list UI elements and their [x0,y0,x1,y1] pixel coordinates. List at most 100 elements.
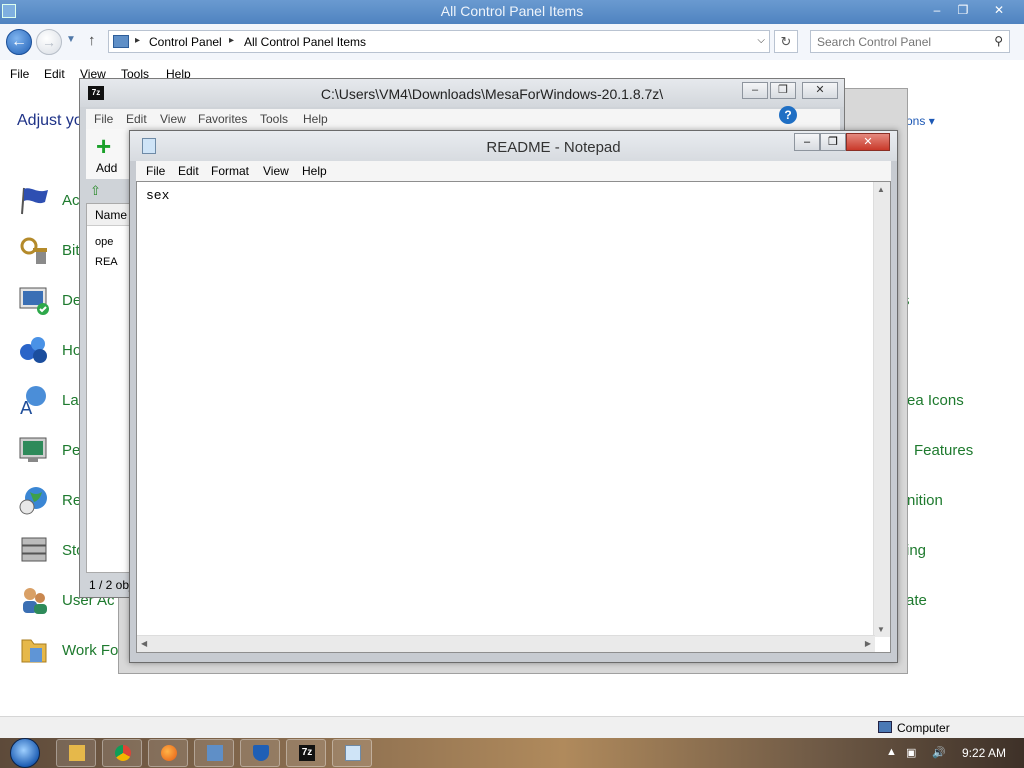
minimize-button[interactable]: – [924,1,950,19]
taskbar-file-explorer[interactable] [56,739,96,767]
menu-edit[interactable]: Edit [44,67,65,81]
notepad-menubar: File Edit Format View Help [136,161,891,181]
7zip-menu-help[interactable]: Help [303,112,328,126]
breadcrumb-separator[interactable]: ▸ [229,35,234,46]
view-by-dropdown[interactable]: ons ▾ [906,114,935,128]
notepad-window[interactable]: README - Notepad – ❐ ✕ File Edit Format … [129,130,898,663]
user-accounts-icon [23,588,47,614]
address-dropdown-icon[interactable]: ⌵ [757,35,765,46]
search-input[interactable] [817,32,987,52]
notepad-menu-file[interactable]: File [146,164,165,178]
clock[interactable]: 9:22 AM [962,746,1006,760]
7zip-menu-tools[interactable]: Tools [260,112,288,126]
folder-up-icon[interactable]: ⇧ [90,183,108,199]
7zip-minimize-button[interactable]: – [742,82,768,99]
defender-shield-icon [253,745,269,761]
vertical-scrollbar[interactable]: ▲ ▼ [873,182,890,637]
7zip-menu-view[interactable]: View [160,112,186,126]
notepad-menu-format[interactable]: Format [211,164,249,178]
control-panel-titlebar: All Control Panel Items – ❐ ✕ [0,0,1024,24]
menu-file[interactable]: File [10,67,29,81]
7zip-maximize-button[interactable]: ❐ [770,82,796,99]
chrome-icon [115,745,131,761]
maximize-button[interactable]: ❐ [950,1,976,19]
personalization-icon [19,437,47,462]
computer-icon [878,721,892,733]
notepad-content[interactable]: sex [146,188,169,203]
breadcrumb-separator[interactable]: ▸ [135,35,140,46]
volume-icon[interactable]: 🔊 [932,746,946,759]
svg-text:A: A [20,398,33,416]
address-bar-row: ← → ▼ ↑ ▸ Control Panel ▸ All Control Pa… [0,24,1024,60]
breadcrumb-control-panel[interactable]: Control Panel [149,35,222,49]
taskbar: 7z ▲ ▣ 🔊 9:22 AM [0,738,1024,768]
cp-item-label[interactable]: La [62,392,79,409]
cp-item-right-partial[interactable]: ing [906,542,926,559]
column-header-name[interactable]: Name [87,204,135,226]
taskbar-defender[interactable] [240,739,280,767]
notepad-titlebar[interactable]: README - Notepad – ❐ ✕ [130,131,897,161]
taskbar-firefox[interactable] [148,739,188,767]
cp-item-label[interactable]: Work Fo [62,642,118,659]
7zip-menu-favorites[interactable]: Favorites [198,112,247,126]
firefox-icon [161,745,177,761]
scroll-down-icon[interactable]: ▼ [877,625,885,634]
cp-item-label[interactable]: Pe [62,442,80,459]
7zip-app-icon: 7z [88,86,104,100]
help-icon[interactable]: ? [779,106,797,124]
forward-button[interactable]: → [36,29,62,55]
taskbar-7zip[interactable]: 7z [286,739,326,767]
region-globe-icon [19,487,47,515]
homegroup-icon [20,337,47,363]
search-box[interactable]: ⚲ [810,30,1010,53]
close-button[interactable]: ✕ [986,1,1012,19]
notepad-menu-help[interactable]: Help [302,164,327,178]
breadcrumb-all-items[interactable]: All Control Panel Items [244,35,366,49]
recent-pages-dropdown-icon[interactable]: ▼ [66,34,76,45]
cp-item-right-partial[interactable]: rea Icons [902,392,964,409]
show-hidden-icons-icon[interactable]: ▲ [886,746,897,758]
list-item[interactable]: REA [95,256,118,268]
add-plus-icon[interactable]: + [96,133,111,159]
notepad-maximize-button[interactable]: ❐ [820,133,846,151]
storage-spaces-icon [21,537,47,562]
language-icon: A [20,386,46,416]
refresh-button[interactable]: ↻ [774,30,798,53]
notepad-minimize-button[interactable]: – [794,133,820,151]
start-button[interactable] [8,738,46,768]
action-center-flag-icon [21,187,48,215]
horizontal-scrollbar[interactable]: ◀ ▶ [137,635,875,652]
address-box[interactable]: ▸ Control Panel ▸ All Control Panel Item… [108,30,770,53]
list-item[interactable]: ope [95,236,113,248]
notepad-menu-view[interactable]: View [263,164,289,178]
scroll-right-icon[interactable]: ▶ [865,639,871,648]
7zip-window-title: C:\Users\VM4\Downloads\MesaForWindows-20… [320,86,664,102]
view-by-label[interactable]: ons [906,114,925,128]
cp-item-label[interactable]: Bit [62,242,80,259]
notepad-text-area[interactable]: sex ▲ ▼ ◀ ▶ [136,181,891,653]
scroll-up-icon[interactable]: ▲ [877,185,885,194]
control-panel-icon [207,745,223,761]
up-arrow-icon[interactable]: ↑ [88,32,96,49]
cp-item-label[interactable]: Ac [62,192,80,209]
windows-logo-icon [10,738,40,768]
7zip-menu-file[interactable]: File [94,112,113,126]
taskbar-notepad[interactable] [332,739,372,767]
search-icon[interactable]: ⚲ [994,34,1003,48]
notepad-close-button[interactable]: ✕ [846,133,890,151]
column-header-label[interactable]: Name [95,208,127,222]
7zip-add-button[interactable]: Add [96,161,117,175]
cp-item-right-partial[interactable]: ate [906,592,927,609]
7zip-titlebar[interactable]: 7z C:\Users\VM4\Downloads\MesaForWindows… [80,79,844,107]
back-button[interactable]: ← [6,29,32,55]
7zip-menu-edit[interactable]: Edit [126,112,147,126]
cp-item-right-partial[interactable]: Features [914,442,973,459]
network-icon[interactable]: ▣ [906,746,916,759]
cp-item-right-partial[interactable]: nition [907,492,943,509]
scroll-left-icon[interactable]: ◀ [141,639,147,648]
status-computer-label: Computer [897,721,950,735]
notepad-menu-edit[interactable]: Edit [178,164,199,178]
taskbar-control-panel[interactable] [194,739,234,767]
taskbar-chrome[interactable] [102,739,142,767]
7zip-close-button[interactable]: ✕ [802,82,838,99]
